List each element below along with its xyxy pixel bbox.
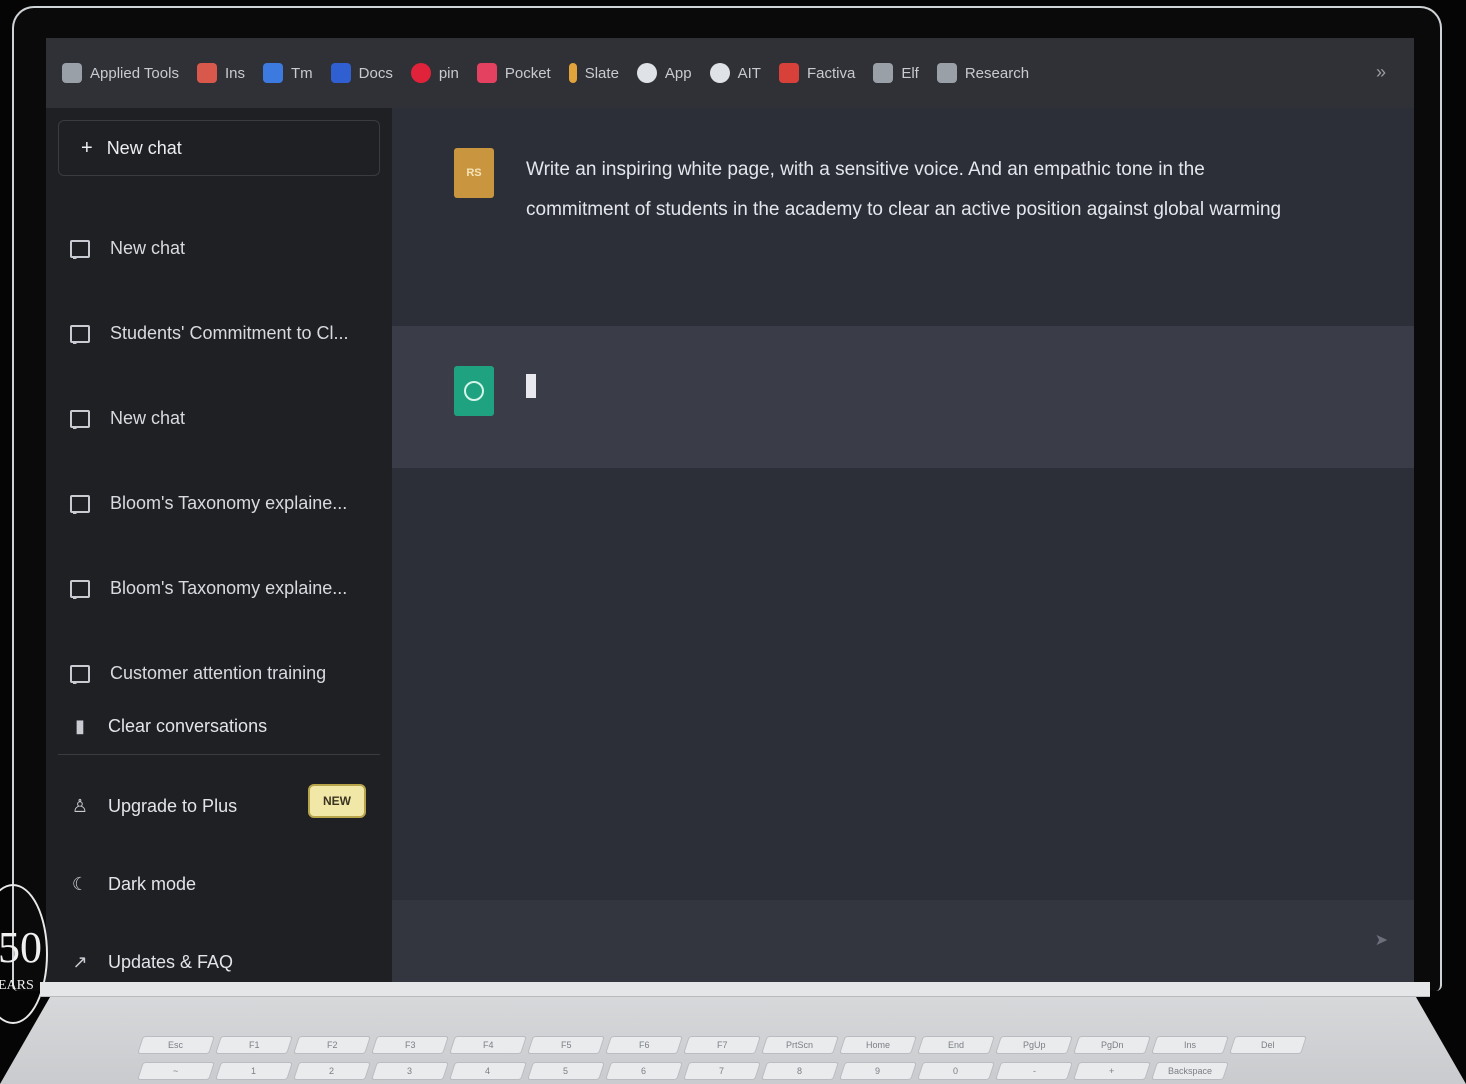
history-item[interactable]: New chat — [70, 408, 370, 429]
upgrade-to-plus-button[interactable]: ♙ Upgrade to Plus — [70, 796, 237, 817]
bookmark-ait[interactable]: AIT — [709, 63, 761, 83]
chat-bubble-icon — [70, 409, 90, 429]
history-item[interactable]: Students' Commitment to Cl... — [70, 323, 370, 344]
keyboard-key: Home — [839, 1036, 917, 1054]
bookmark-research[interactable]: Research — [936, 63, 1029, 83]
bookmark-favicon — [636, 63, 657, 83]
plus-icon: + — [81, 136, 93, 159]
user-message-text: Write an inspiring white page, with a se… — [526, 159, 1282, 220]
sidebar-divider — [58, 754, 380, 755]
send-icon[interactable]: ➤ — [1375, 930, 1388, 950]
history-item[interactable]: Customer attention training — [70, 663, 370, 684]
keyboard-key: ~ — [137, 1062, 215, 1080]
user-icon: ♙ — [71, 796, 89, 816]
keyboard-key: 1 — [215, 1062, 293, 1080]
chat-bubble-icon — [70, 239, 90, 259]
keyboard-key: PrtScn — [761, 1036, 839, 1054]
message-composer[interactable]: ➤ — [392, 900, 1414, 982]
keyboard-key: 0 — [917, 1062, 995, 1080]
chat-bubble-icon — [70, 579, 90, 599]
bookmark-factiva[interactable]: Factiva — [778, 63, 855, 83]
chat-bubble-icon — [70, 494, 90, 514]
trash-icon: ▮ — [75, 716, 85, 736]
updates-faq-link[interactable]: ↗ Updates & FAQ — [70, 952, 233, 973]
keyboard-key: F7 — [683, 1036, 761, 1054]
keyboard-hinge — [40, 982, 1430, 997]
bookmark-folder-icon — [936, 63, 957, 83]
bookmark-favicon — [709, 63, 730, 83]
screen: Applied Tools Ins Tm Docs pin Pocket Sla… — [46, 38, 1414, 982]
sidebar: + New chat New chat Students' Commitment… — [46, 108, 392, 982]
keyboard-key: End — [917, 1036, 995, 1054]
keyboard-key: F3 — [371, 1036, 449, 1054]
keyboard-key: PgUp — [995, 1036, 1073, 1054]
keyboard-key: - — [995, 1062, 1073, 1080]
keyboard-key: + — [1073, 1062, 1151, 1080]
keyboard-key: F6 — [605, 1036, 683, 1054]
keyboard-key: Esc — [137, 1036, 215, 1054]
keyboard-key: F1 — [215, 1036, 293, 1054]
user-avatar: RS — [454, 148, 494, 198]
new-chat-button[interactable]: + New chat — [58, 120, 380, 176]
light-icon: ☾ — [71, 874, 89, 894]
user-message-row: RS Write an inspiring white page, with a… — [392, 108, 1414, 326]
bookmark-ins[interactable]: Ins — [196, 63, 245, 83]
bookmark-app[interactable]: App — [636, 63, 692, 83]
more-bookmarks-icon[interactable]: » — [1376, 62, 1386, 83]
keyboard-key: Backspace — [1151, 1062, 1229, 1080]
chat-bubble-icon — [70, 664, 90, 684]
bookmark-favicon — [262, 63, 283, 83]
bookmark-applied-tools[interactable]: Applied Tools — [62, 63, 179, 83]
keyboard-key: 7 — [683, 1062, 761, 1080]
new-chat-label: New chat — [106, 137, 182, 158]
keyboard-key: F2 — [293, 1036, 371, 1054]
new-badge: NEW — [308, 784, 366, 818]
bookmark-favicon — [568, 63, 577, 83]
bookmark-pin[interactable]: pin — [410, 63, 459, 83]
assistant-avatar — [454, 366, 494, 416]
history-item[interactable]: New chat — [70, 238, 370, 259]
bookmark-favicon — [778, 63, 799, 83]
bookmark-favicon — [196, 63, 217, 83]
bookmark-elf[interactable]: Elf — [873, 63, 919, 83]
keyboard-key: 3 — [371, 1062, 449, 1080]
keyboard-key: Del — [1229, 1036, 1307, 1054]
chat-bubble-icon — [70, 324, 90, 344]
chat-area: RS Write an inspiring white page, with a… — [392, 108, 1414, 982]
keyboard-key: 2 — [293, 1062, 371, 1080]
bookmark-favicon — [410, 63, 431, 83]
keyboard-key: 8 — [761, 1062, 839, 1080]
bookmark-favicon — [330, 63, 351, 83]
clear-conversations-button[interactable]: ▮ Clear conversations — [70, 716, 267, 737]
keyboard-key: PgDn — [1073, 1036, 1151, 1054]
history-item[interactable]: Bloom's Taxonomy explaine... — [70, 578, 370, 599]
keyboard-key: F4 — [449, 1036, 527, 1054]
keyboard-key: F5 — [527, 1036, 605, 1054]
keyboard-key: Ins — [1151, 1036, 1229, 1054]
assistant-message-row — [392, 326, 1414, 468]
openai-logo-icon — [464, 381, 484, 401]
dark-mode-button[interactable]: ☾ Dark mode — [70, 874, 196, 895]
bookmarks-bar: Applied Tools Ins Tm Docs pin Pocket Sla… — [46, 38, 1414, 108]
bookmark-tm[interactable]: Tm — [262, 63, 313, 83]
keyboard-key: 9 — [839, 1062, 917, 1080]
bookmark-folder-icon — [62, 63, 82, 83]
bookmark-pocket[interactable]: Pocket — [476, 63, 551, 83]
keyboard-key: 6 — [605, 1062, 683, 1080]
bookmark-slate[interactable]: Slate — [568, 63, 619, 83]
bookmark-folder-icon — [873, 63, 894, 83]
keyboard: Esc F1 F2 F3 F4 F5 F6 F7 PrtScn Home End PgUp PgDn In… — [137, 1036, 1340, 1080]
typing-cursor — [526, 374, 536, 398]
bookmark-docs[interactable]: Docs — [330, 63, 393, 83]
pocket-icon — [476, 63, 497, 83]
keyboard-key: 5 — [527, 1062, 605, 1080]
external-link-icon: ↗ — [72, 952, 88, 972]
history-item[interactable]: Bloom's Taxonomy explaine... — [70, 493, 370, 514]
keyboard-key: 4 — [449, 1062, 527, 1080]
